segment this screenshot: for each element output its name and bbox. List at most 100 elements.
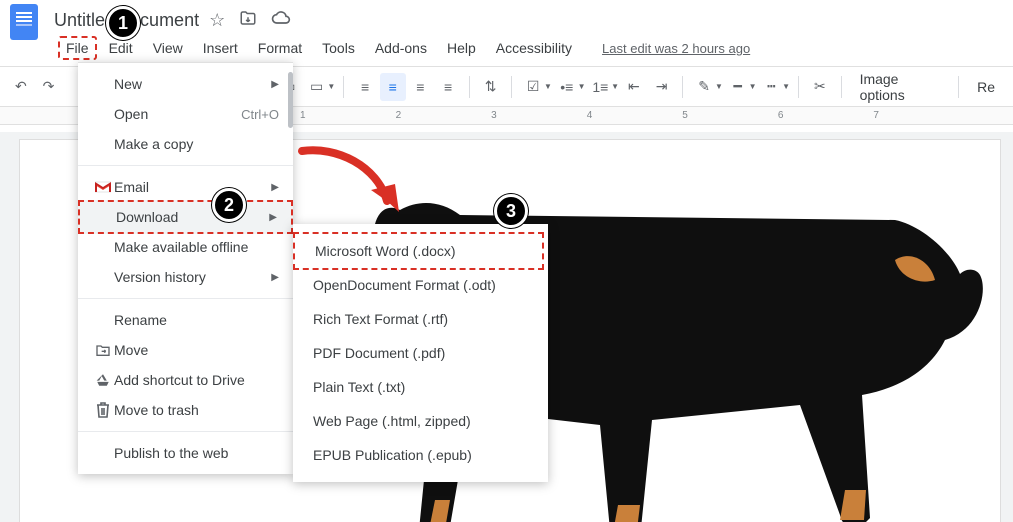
label: Publish to the web — [114, 445, 279, 461]
file-menu-add-shortcut[interactable]: Add shortcut to Drive — [78, 365, 293, 395]
border-dash-button[interactable]: ┅ — [758, 73, 784, 101]
submenu-arrow-icon: ▶ — [269, 212, 277, 223]
separator — [841, 76, 842, 98]
border-weight-button[interactable]: ━ — [725, 73, 751, 101]
ruler-mark: 5 — [682, 110, 688, 121]
file-menu-download[interactable]: Download ▶ — [78, 200, 293, 234]
file-menu-version-history[interactable]: Version history ▶ — [78, 262, 293, 292]
menu-separator — [78, 298, 293, 299]
chevron-down-icon[interactable]: ▼ — [327, 82, 335, 91]
decrease-indent-button[interactable]: ⇤ — [621, 73, 647, 101]
download-pdf[interactable]: PDF Document (.pdf) — [293, 336, 548, 370]
file-menu-new[interactable]: New ▶ — [78, 69, 293, 99]
ruler-mark: 7 — [873, 110, 879, 121]
annotation-arrow-icon — [297, 146, 407, 226]
file-menu-move[interactable]: Move — [78, 335, 293, 365]
menu-format[interactable]: Format — [250, 36, 310, 60]
ruler-mark: 4 — [587, 110, 593, 121]
download-docx[interactable]: Microsoft Word (.docx) — [293, 232, 544, 270]
menu-view[interactable]: View — [145, 36, 191, 60]
label: Version history — [114, 269, 271, 285]
separator — [511, 76, 512, 98]
move-to-folder-icon[interactable] — [239, 9, 257, 32]
label: Make available offline — [114, 239, 279, 255]
bulleted-list-button[interactable]: •≡ — [554, 73, 580, 101]
align-justify-button[interactable]: ≡ — [435, 73, 461, 101]
menu-insert[interactable]: Insert — [195, 36, 246, 60]
label: Make a copy — [114, 136, 279, 152]
ruler-mark: 1 — [300, 110, 306, 121]
line-spacing-button[interactable]: ⇅ — [478, 73, 504, 101]
menu-separator — [78, 431, 293, 432]
download-odt[interactable]: OpenDocument Format (.odt) — [293, 268, 548, 302]
label: Open — [114, 106, 241, 122]
file-menu-email[interactable]: Email ▶ — [78, 172, 293, 202]
pen-button[interactable]: ✎ — [691, 73, 717, 101]
download-html[interactable]: Web Page (.html, zipped) — [293, 404, 548, 438]
download-epub[interactable]: EPUB Publication (.epub) — [293, 438, 548, 472]
replace-image-button[interactable]: Re — [967, 79, 1005, 95]
align-right-button[interactable]: ≡ — [408, 73, 434, 101]
title-bar: Untitled document ☆ — [0, 0, 1013, 34]
trash-icon — [92, 402, 114, 418]
menu-file[interactable]: File — [58, 36, 97, 60]
star-icon[interactable]: ☆ — [209, 10, 225, 31]
ruler-mark: 6 — [778, 110, 784, 121]
chevron-down-icon[interactable]: ▼ — [782, 82, 790, 91]
download-txt[interactable]: Plain Text (.txt) — [293, 370, 548, 404]
file-menu-rename[interactable]: Rename — [78, 305, 293, 335]
chevron-down-icon[interactable]: ▼ — [749, 82, 757, 91]
chevron-down-icon[interactable]: ▼ — [715, 82, 723, 91]
menu-tools[interactable]: Tools — [314, 36, 363, 60]
file-menu-publish[interactable]: Publish to the web — [78, 438, 293, 468]
separator — [958, 76, 959, 98]
align-center-button[interactable]: ≡ — [380, 73, 406, 101]
align-left-button[interactable]: ≡ — [352, 73, 378, 101]
chevron-down-icon[interactable]: ▼ — [544, 82, 552, 91]
label: Move to trash — [114, 402, 279, 418]
ruler-mark: 2 — [396, 110, 402, 121]
cloud-status-icon[interactable] — [271, 8, 291, 33]
separator — [469, 76, 470, 98]
label: New — [114, 76, 271, 92]
numbered-list-button[interactable]: 1≡ — [588, 73, 614, 101]
ruler-mark: 3 — [491, 110, 497, 121]
label: Email — [114, 179, 271, 195]
download-rtf[interactable]: Rich Text Format (.rtf) — [293, 302, 548, 336]
file-dropdown-menu: New ▶ Open Ctrl+O Make a copy Email ▶ Do… — [78, 62, 293, 474]
redo-button[interactable]: ↷ — [36, 73, 62, 101]
menu-help[interactable]: Help — [439, 36, 484, 60]
separator — [343, 76, 344, 98]
submenu-arrow-icon: ▶ — [271, 79, 279, 90]
crop-button[interactable]: ✂ — [807, 73, 833, 101]
image-options-button[interactable]: Image options — [850, 71, 951, 103]
separator — [798, 76, 799, 98]
last-edit-link[interactable]: Last edit was 2 hours ago — [602, 41, 750, 56]
file-menu-make-copy[interactable]: Make a copy — [78, 129, 293, 159]
folder-move-icon — [92, 343, 114, 357]
step-badge-1: 1 — [106, 6, 140, 40]
drive-shortcut-icon — [92, 373, 114, 387]
submenu-arrow-icon: ▶ — [271, 272, 279, 283]
chevron-down-icon[interactable]: ▼ — [578, 82, 586, 91]
checklist-button[interactable]: ☑ — [520, 73, 546, 101]
submenu-arrow-icon: ▶ — [271, 182, 279, 193]
undo-button[interactable]: ↶ — [8, 73, 34, 101]
separator — [682, 76, 683, 98]
increase-indent-button[interactable]: ⇥ — [649, 73, 675, 101]
label: Move — [114, 342, 279, 358]
file-menu-open[interactable]: Open Ctrl+O — [78, 99, 293, 129]
step-badge-3: 3 — [494, 194, 528, 228]
chevron-down-icon[interactable]: ▼ — [611, 82, 619, 91]
menu-separator — [78, 165, 293, 166]
menu-accessibility[interactable]: Accessibility — [488, 36, 580, 60]
menu-addons[interactable]: Add-ons — [367, 36, 435, 60]
label: Add shortcut to Drive — [114, 372, 279, 388]
file-menu-trash[interactable]: Move to trash — [78, 395, 293, 425]
label: Rename — [114, 312, 279, 328]
gmail-icon — [92, 181, 114, 193]
border-style-button[interactable]: ▭ — [304, 73, 330, 101]
menu-scrollbar-thumb[interactable] — [288, 72, 293, 128]
shortcut-label: Ctrl+O — [241, 107, 279, 122]
file-menu-offline[interactable]: Make available offline — [78, 232, 293, 262]
